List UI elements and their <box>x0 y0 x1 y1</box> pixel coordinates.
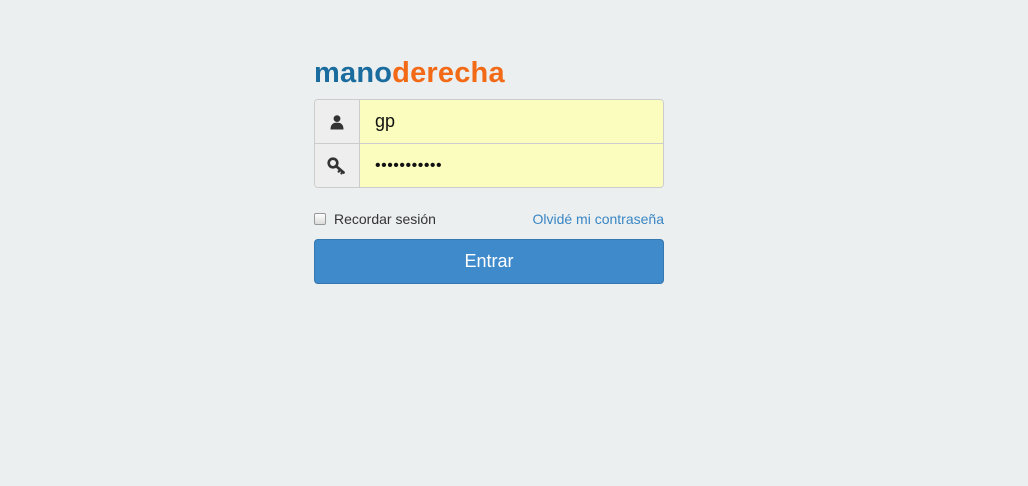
login-options: Recordar sesión Olvidé mi contraseña <box>314 210 664 228</box>
remember-label: Recordar sesión <box>334 211 436 227</box>
login-form: manoderecha gp ••••••••••• Recordar sesi… <box>314 56 664 284</box>
key-icon <box>315 144 360 187</box>
remember-checkbox[interactable] <box>314 213 326 225</box>
username-field[interactable]: gp <box>360 100 663 143</box>
password-field[interactable]: ••••••••••• <box>360 144 663 187</box>
logo-part-mano: mano <box>314 57 393 89</box>
username-row: gp <box>315 100 663 143</box>
password-value: ••••••••••• <box>375 156 443 174</box>
forgot-password-link[interactable]: Olvidé mi contraseña <box>532 211 664 227</box>
user-icon <box>315 100 360 143</box>
remember-session[interactable]: Recordar sesión <box>314 211 436 227</box>
logo-part-derecha: derecha <box>392 57 505 89</box>
login-button[interactable]: Entrar <box>314 239 664 284</box>
password-row: ••••••••••• <box>315 143 663 187</box>
credentials-group: gp ••••••••••• <box>314 99 664 188</box>
logo: manoderecha <box>314 56 664 90</box>
username-value: gp <box>375 111 396 131</box>
